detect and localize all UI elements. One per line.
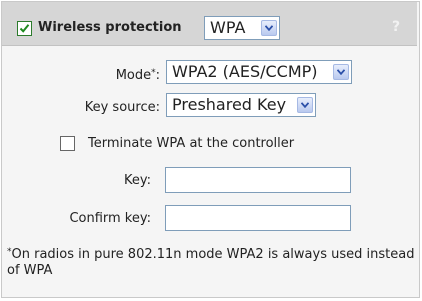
- confirm-key-input[interactable]: [165, 205, 351, 231]
- required-marker: *: [151, 68, 156, 78]
- wireless-protection-checkbox[interactable]: [17, 21, 32, 36]
- mode-label-colon: :: [155, 68, 160, 83]
- checkmark-icon: [19, 24, 30, 33]
- terminate-wpa-label: Terminate WPA at the controller: [88, 136, 295, 151]
- mode-label: Mode*:: [40, 68, 160, 84]
- chevron-down-icon: [261, 20, 277, 36]
- footnote: *On radios in pure 802.11n mode WPA2 is …: [7, 247, 417, 279]
- footnote-text: On radios in pure 802.11n mode WPA2 is a…: [7, 247, 415, 278]
- key-source-value: Preshared Key: [172, 95, 287, 114]
- chevron-down-icon: [333, 64, 349, 80]
- mode-select[interactable]: WPA2 (AES/CCMP): [166, 60, 352, 84]
- footnote-marker: *: [7, 247, 12, 257]
- mode-value: WPA2 (AES/CCMP): [172, 62, 318, 81]
- chevron-down-icon: [297, 97, 313, 113]
- key-source-select[interactable]: Preshared Key: [166, 93, 316, 117]
- wireless-protection-label: Wireless protection: [38, 20, 182, 35]
- mode-label-text: Mode: [115, 68, 152, 83]
- key-source-label: Key source:: [84, 100, 160, 115]
- key-input[interactable]: [165, 167, 351, 193]
- help-icon[interactable]: ?: [390, 19, 402, 35]
- protection-type-value: WPA: [210, 18, 246, 37]
- terminate-wpa-checkbox[interactable]: [60, 136, 75, 151]
- confirm-key-label: Confirm key:: [69, 211, 151, 226]
- protection-type-select[interactable]: WPA: [204, 16, 280, 40]
- key-label: Key:: [123, 173, 151, 188]
